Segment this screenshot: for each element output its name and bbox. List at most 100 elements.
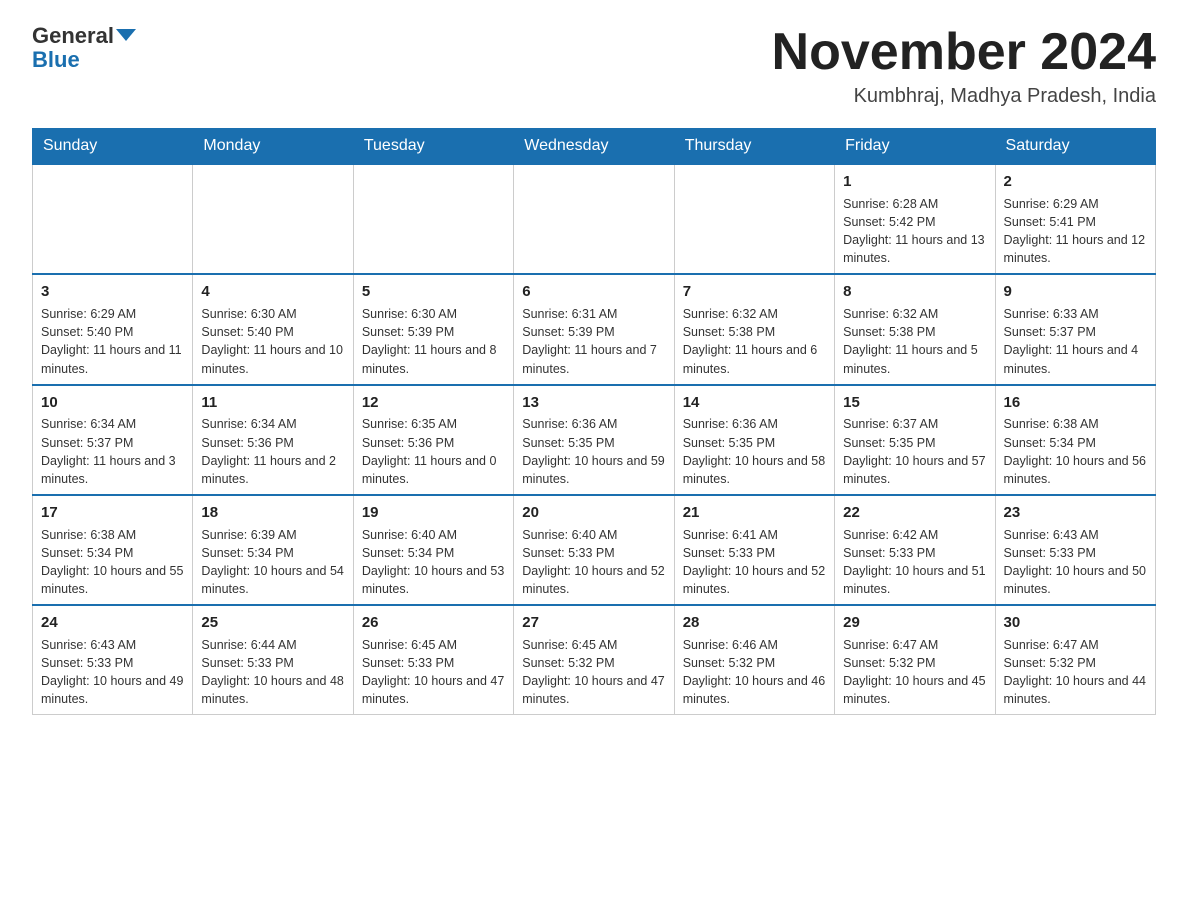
day-number: 8 (843, 281, 986, 303)
weekday-header-friday: Friday (835, 129, 995, 165)
day-number: 14 (683, 392, 826, 414)
weekday-header-tuesday: Tuesday (353, 129, 513, 165)
day-number: 5 (362, 281, 505, 303)
day-number: 23 (1004, 502, 1147, 524)
weekday-header-thursday: Thursday (674, 129, 834, 165)
calendar-cell: 20Sunrise: 6:40 AM Sunset: 5:33 PM Dayli… (514, 495, 674, 605)
day-number: 30 (1004, 612, 1147, 634)
calendar-cell: 18Sunrise: 6:39 AM Sunset: 5:34 PM Dayli… (193, 495, 353, 605)
day-number: 20 (522, 502, 665, 524)
day-info: Sunrise: 6:38 AM Sunset: 5:34 PM Dayligh… (1004, 415, 1147, 488)
day-info: Sunrise: 6:40 AM Sunset: 5:33 PM Dayligh… (522, 526, 665, 599)
day-number: 16 (1004, 392, 1147, 414)
day-number: 7 (683, 281, 826, 303)
day-info: Sunrise: 6:47 AM Sunset: 5:32 PM Dayligh… (1004, 636, 1147, 709)
day-info: Sunrise: 6:45 AM Sunset: 5:33 PM Dayligh… (362, 636, 505, 709)
calendar-cell: 3Sunrise: 6:29 AM Sunset: 5:40 PM Daylig… (33, 274, 193, 384)
calendar-cell (353, 164, 513, 274)
day-info: Sunrise: 6:36 AM Sunset: 5:35 PM Dayligh… (522, 415, 665, 488)
day-info: Sunrise: 6:44 AM Sunset: 5:33 PM Dayligh… (201, 636, 344, 709)
day-info: Sunrise: 6:43 AM Sunset: 5:33 PM Dayligh… (41, 636, 184, 709)
day-info: Sunrise: 6:34 AM Sunset: 5:37 PM Dayligh… (41, 415, 184, 488)
calendar-cell: 10Sunrise: 6:34 AM Sunset: 5:37 PM Dayli… (33, 385, 193, 495)
day-info: Sunrise: 6:42 AM Sunset: 5:33 PM Dayligh… (843, 526, 986, 599)
day-number: 2 (1004, 171, 1147, 193)
calendar-cell: 11Sunrise: 6:34 AM Sunset: 5:36 PM Dayli… (193, 385, 353, 495)
logo-line1: General (32, 24, 136, 48)
day-info: Sunrise: 6:45 AM Sunset: 5:32 PM Dayligh… (522, 636, 665, 709)
day-info: Sunrise: 6:28 AM Sunset: 5:42 PM Dayligh… (843, 195, 986, 268)
day-info: Sunrise: 6:35 AM Sunset: 5:36 PM Dayligh… (362, 415, 505, 488)
day-number: 26 (362, 612, 505, 634)
day-info: Sunrise: 6:47 AM Sunset: 5:32 PM Dayligh… (843, 636, 986, 709)
calendar-cell: 9Sunrise: 6:33 AM Sunset: 5:37 PM Daylig… (995, 274, 1155, 384)
day-number: 25 (201, 612, 344, 634)
day-number: 17 (41, 502, 184, 524)
calendar-cell: 13Sunrise: 6:36 AM Sunset: 5:35 PM Dayli… (514, 385, 674, 495)
day-info: Sunrise: 6:29 AM Sunset: 5:40 PM Dayligh… (41, 305, 184, 378)
day-info: Sunrise: 6:31 AM Sunset: 5:39 PM Dayligh… (522, 305, 665, 378)
day-info: Sunrise: 6:37 AM Sunset: 5:35 PM Dayligh… (843, 415, 986, 488)
calendar-cell: 30Sunrise: 6:47 AM Sunset: 5:32 PM Dayli… (995, 605, 1155, 715)
calendar-cell: 25Sunrise: 6:44 AM Sunset: 5:33 PM Dayli… (193, 605, 353, 715)
day-number: 24 (41, 612, 184, 634)
day-info: Sunrise: 6:34 AM Sunset: 5:36 PM Dayligh… (201, 415, 344, 488)
calendar-cell: 28Sunrise: 6:46 AM Sunset: 5:32 PM Dayli… (674, 605, 834, 715)
weekday-header-row: SundayMondayTuesdayWednesdayThursdayFrid… (33, 129, 1156, 165)
calendar-cell: 12Sunrise: 6:35 AM Sunset: 5:36 PM Dayli… (353, 385, 513, 495)
day-number: 3 (41, 281, 184, 303)
page-header: General Blue November 2024 Kumbhraj, Mad… (32, 24, 1156, 108)
calendar-cell: 16Sunrise: 6:38 AM Sunset: 5:34 PM Dayli… (995, 385, 1155, 495)
day-info: Sunrise: 6:32 AM Sunset: 5:38 PM Dayligh… (843, 305, 986, 378)
month-title: November 2024 (772, 24, 1156, 81)
day-number: 15 (843, 392, 986, 414)
weekday-header-wednesday: Wednesday (514, 129, 674, 165)
day-number: 27 (522, 612, 665, 634)
day-number: 4 (201, 281, 344, 303)
day-number: 18 (201, 502, 344, 524)
weekday-header-monday: Monday (193, 129, 353, 165)
calendar-cell: 27Sunrise: 6:45 AM Sunset: 5:32 PM Dayli… (514, 605, 674, 715)
calendar-cell: 15Sunrise: 6:37 AM Sunset: 5:35 PM Dayli… (835, 385, 995, 495)
calendar-cell: 5Sunrise: 6:30 AM Sunset: 5:39 PM Daylig… (353, 274, 513, 384)
calendar-cell (674, 164, 834, 274)
day-number: 28 (683, 612, 826, 634)
calendar-cell (33, 164, 193, 274)
logo: General Blue (32, 24, 136, 72)
calendar-cell: 21Sunrise: 6:41 AM Sunset: 5:33 PM Dayli… (674, 495, 834, 605)
day-number: 22 (843, 502, 986, 524)
day-number: 1 (843, 171, 986, 193)
week-row-5: 24Sunrise: 6:43 AM Sunset: 5:33 PM Dayli… (33, 605, 1156, 715)
calendar-cell: 22Sunrise: 6:42 AM Sunset: 5:33 PM Dayli… (835, 495, 995, 605)
calendar-cell: 4Sunrise: 6:30 AM Sunset: 5:40 PM Daylig… (193, 274, 353, 384)
calendar-cell (193, 164, 353, 274)
calendar-cell: 2Sunrise: 6:29 AM Sunset: 5:41 PM Daylig… (995, 164, 1155, 274)
logo-line2: Blue (32, 48, 80, 72)
day-info: Sunrise: 6:30 AM Sunset: 5:40 PM Dayligh… (201, 305, 344, 378)
day-info: Sunrise: 6:33 AM Sunset: 5:37 PM Dayligh… (1004, 305, 1147, 378)
title-area: November 2024 Kumbhraj, Madhya Pradesh, … (772, 24, 1156, 108)
calendar-cell: 14Sunrise: 6:36 AM Sunset: 5:35 PM Dayli… (674, 385, 834, 495)
day-info: Sunrise: 6:29 AM Sunset: 5:41 PM Dayligh… (1004, 195, 1147, 268)
week-row-1: 1Sunrise: 6:28 AM Sunset: 5:42 PM Daylig… (33, 164, 1156, 274)
location-title: Kumbhraj, Madhya Pradesh, India (772, 85, 1156, 108)
calendar-cell: 26Sunrise: 6:45 AM Sunset: 5:33 PM Dayli… (353, 605, 513, 715)
day-number: 11 (201, 392, 344, 414)
day-number: 9 (1004, 281, 1147, 303)
calendar-cell: 7Sunrise: 6:32 AM Sunset: 5:38 PM Daylig… (674, 274, 834, 384)
week-row-4: 17Sunrise: 6:38 AM Sunset: 5:34 PM Dayli… (33, 495, 1156, 605)
day-info: Sunrise: 6:43 AM Sunset: 5:33 PM Dayligh… (1004, 526, 1147, 599)
day-number: 6 (522, 281, 665, 303)
calendar-cell: 24Sunrise: 6:43 AM Sunset: 5:33 PM Dayli… (33, 605, 193, 715)
calendar-table: SundayMondayTuesdayWednesdayThursdayFrid… (32, 128, 1156, 715)
day-info: Sunrise: 6:46 AM Sunset: 5:32 PM Dayligh… (683, 636, 826, 709)
calendar-cell: 6Sunrise: 6:31 AM Sunset: 5:39 PM Daylig… (514, 274, 674, 384)
day-info: Sunrise: 6:32 AM Sunset: 5:38 PM Dayligh… (683, 305, 826, 378)
day-number: 13 (522, 392, 665, 414)
day-number: 29 (843, 612, 986, 634)
calendar-cell: 19Sunrise: 6:40 AM Sunset: 5:34 PM Dayli… (353, 495, 513, 605)
day-info: Sunrise: 6:41 AM Sunset: 5:33 PM Dayligh… (683, 526, 826, 599)
day-number: 19 (362, 502, 505, 524)
calendar-cell (514, 164, 674, 274)
day-number: 21 (683, 502, 826, 524)
